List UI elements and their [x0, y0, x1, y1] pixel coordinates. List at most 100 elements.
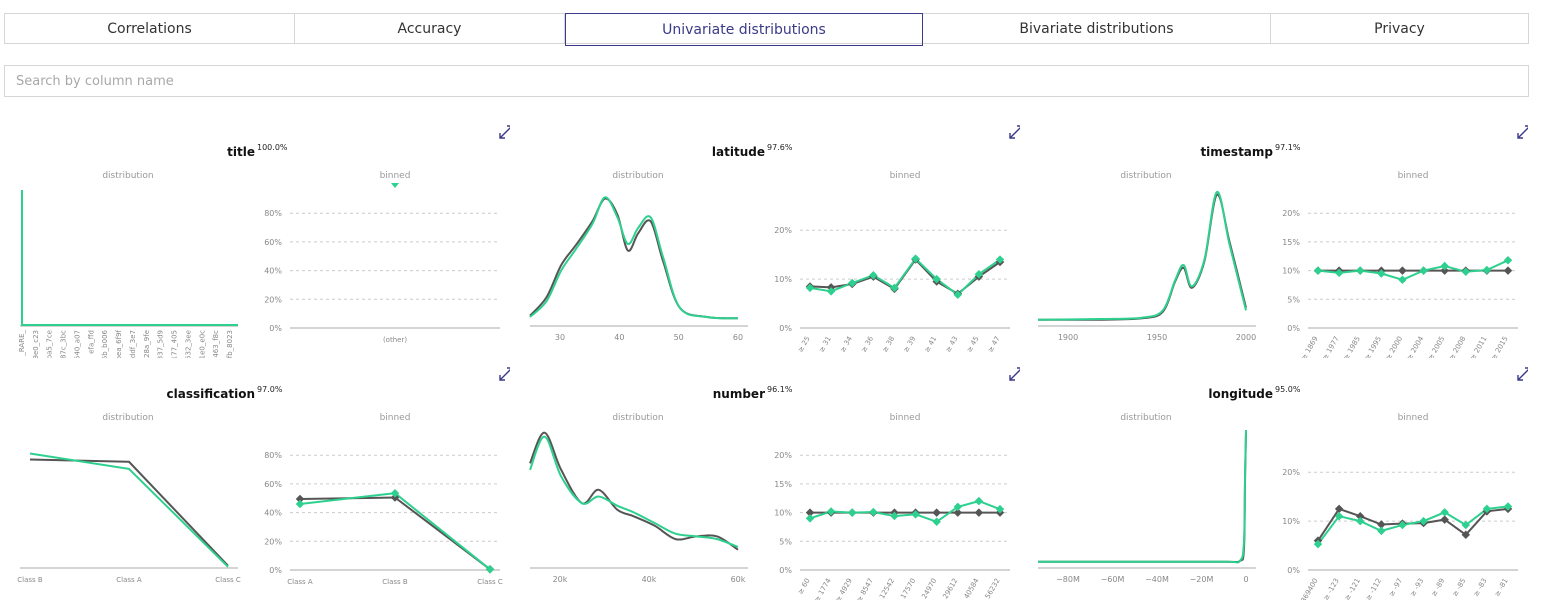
- chart-svg: title 100.0% distribution binned _RARE_ 9e0_c…: [18, 125, 510, 358]
- binned-x-tick: ≥ 2008: [1448, 335, 1468, 358]
- dist-x-tick: 0: [1243, 575, 1248, 584]
- binned-y-tick: 60%: [264, 480, 282, 489]
- dist-x-tick: f6b_b006: [101, 329, 109, 358]
- binned-y-tick: 0%: [269, 566, 282, 575]
- dist-x-tick: −20M: [1190, 575, 1214, 584]
- binned-synthetic-line: [299, 492, 491, 571]
- binned-y-tick: 20%: [264, 295, 282, 304]
- binned-x-tick: ≥ 24970: [916, 577, 938, 600]
- dist-x-tick: 2000: [1236, 333, 1256, 342]
- binned-synthetic-point: [1482, 265, 1492, 275]
- dist-synthetic-line: [529, 435, 739, 548]
- dist-x-tick: 1900: [1058, 333, 1078, 342]
- score-label: 100.0%: [257, 143, 288, 152]
- expand-icon[interactable]: [499, 125, 510, 139]
- dist-x-tick: Class B: [17, 576, 43, 584]
- binned-synthetic-point: [826, 507, 836, 516]
- binned-x-tick: ≥ 39: [902, 335, 917, 354]
- binned-y-tick: 5%: [1287, 295, 1300, 304]
- binned-x-tick: ≥ 1985: [1342, 335, 1362, 358]
- binned-x-tick: ≥ -94869400: [1290, 577, 1320, 600]
- dist-x-tick: −60M: [1101, 575, 1125, 584]
- chart-title: classification: [167, 387, 255, 401]
- binned-x-tick: ≥ -112: [1364, 577, 1383, 600]
- binned-x-tick: ≥ 45: [965, 335, 980, 354]
- binned-x-tick: ≥ 2000: [1384, 335, 1404, 358]
- binned-synthetic-line: [809, 257, 1001, 297]
- tab-accuracy[interactable]: Accuracy: [295, 14, 565, 43]
- binned-y-tick: 20%: [264, 537, 282, 546]
- dist-x-tick: ddf_3e7: [129, 330, 137, 358]
- dist-x-tick: 1e0_e0c: [198, 330, 206, 358]
- binned-y-tick: 10%: [774, 509, 792, 518]
- dist-x-tick: ba5_7ce: [46, 330, 54, 358]
- chart-svg: classification 97.0% distribution binned Cla…: [17, 367, 510, 586]
- tab-univariate-distributions[interactable]: Univariate distributions: [565, 13, 923, 46]
- binned-x-tick: (other): [383, 336, 407, 344]
- binned-y-tick: 20%: [774, 226, 792, 235]
- dist-synthetic-line: [29, 452, 229, 568]
- expand-icon[interactable]: [1517, 125, 1528, 139]
- chart-card-classification: classification 97.0% distribution binned Cla…: [0, 360, 510, 600]
- expand-icon[interactable]: [499, 367, 510, 381]
- dist-target-line: [529, 431, 739, 551]
- dist-target-line: [1037, 193, 1247, 321]
- binned-y-tick: 20%: [1282, 209, 1300, 218]
- binned-x-tick: ≥ 8547: [855, 577, 875, 600]
- binned-x-tick: ≥ 25: [796, 335, 811, 354]
- binned-label: binned: [380, 413, 411, 423]
- dist-x-tick: 60: [733, 333, 743, 342]
- binned-synthetic-point: [295, 499, 305, 509]
- binned-synthetic-point: [869, 507, 878, 517]
- binned-x-tick: ≥ -93: [1409, 577, 1426, 598]
- binned-x-tick: ≥ 1774: [813, 577, 833, 600]
- binned-synthetic-point: [1377, 526, 1386, 536]
- expand-icon[interactable]: [1517, 367, 1528, 381]
- search-input[interactable]: [4, 65, 1529, 97]
- binned-x-tick: Class A: [287, 578, 313, 586]
- dist-x-tick: 28a_9fe: [143, 330, 151, 358]
- dist-x-tick: 177_405: [171, 330, 179, 358]
- binned-synthetic-point: [1419, 266, 1428, 275]
- dist-synthetic-line: [529, 196, 739, 320]
- binned-x-tick: ≥ -121: [1343, 577, 1362, 600]
- distribution-label: distribution: [612, 413, 663, 423]
- tab-correlations[interactable]: Correlations: [5, 14, 295, 43]
- score-label: 97.6%: [767, 143, 793, 152]
- chart-svg: latitude 97.6% distribution binned 30 40 50 60 0…: [529, 125, 1020, 354]
- binned-synthetic-point: [1398, 520, 1407, 530]
- chart-card-number: number 96.1% distribution binned 20k 40k 60k 0%…: [510, 360, 1020, 600]
- binned-y-tick: 15%: [774, 480, 792, 489]
- binned-synthetic-point: [1503, 256, 1513, 265]
- binned-x-tick: ≥ 2004: [1405, 335, 1425, 358]
- binned-x-tick: ≥ 36: [860, 335, 876, 354]
- binned-synthetic-point: [847, 508, 857, 517]
- binned-synthetic-point: [1440, 508, 1449, 517]
- binned-x-tick: ≥ 2005: [1427, 335, 1447, 358]
- distribution-label: distribution: [1120, 171, 1171, 181]
- binned-x-tick: ≥ 2015: [1490, 335, 1510, 358]
- binned-x-tick: ≥ -89: [1430, 577, 1447, 598]
- binned-x-tick: Class C: [477, 578, 503, 586]
- binned-x-tick: ≥ 1995: [1363, 335, 1383, 358]
- binned-synthetic-point: [805, 283, 815, 293]
- binned-synthetic-point: [1313, 266, 1323, 275]
- binned-y-tick: 0%: [269, 324, 282, 333]
- binned-x-tick: ≥ -123: [1322, 577, 1341, 600]
- tab-bivariate-distributions[interactable]: Bivariate distributions: [923, 14, 1271, 43]
- binned-synthetic-point: [1461, 267, 1471, 276]
- binned-y-tick: 10%: [1282, 517, 1300, 526]
- tab-privacy[interactable]: Privacy: [1271, 14, 1528, 43]
- dist-synthetic-line: [1038, 429, 1247, 564]
- dist-x-tick: 40: [614, 333, 624, 342]
- score-label: 95.0%: [1275, 385, 1301, 394]
- score-label: 97.1%: [1275, 143, 1301, 152]
- binned-x-tick: ≥ 38: [881, 335, 896, 354]
- dist-x-tick: 20k: [553, 575, 568, 584]
- binned-target-point: [974, 508, 984, 517]
- binned-y-tick: 15%: [1282, 238, 1300, 247]
- dist-synthetic-line: [1037, 190, 1247, 321]
- binned-synthetic-point: [1355, 266, 1365, 275]
- dist-x-tick: efa_ffd: [87, 330, 95, 354]
- binned-synthetic-point: [805, 514, 815, 523]
